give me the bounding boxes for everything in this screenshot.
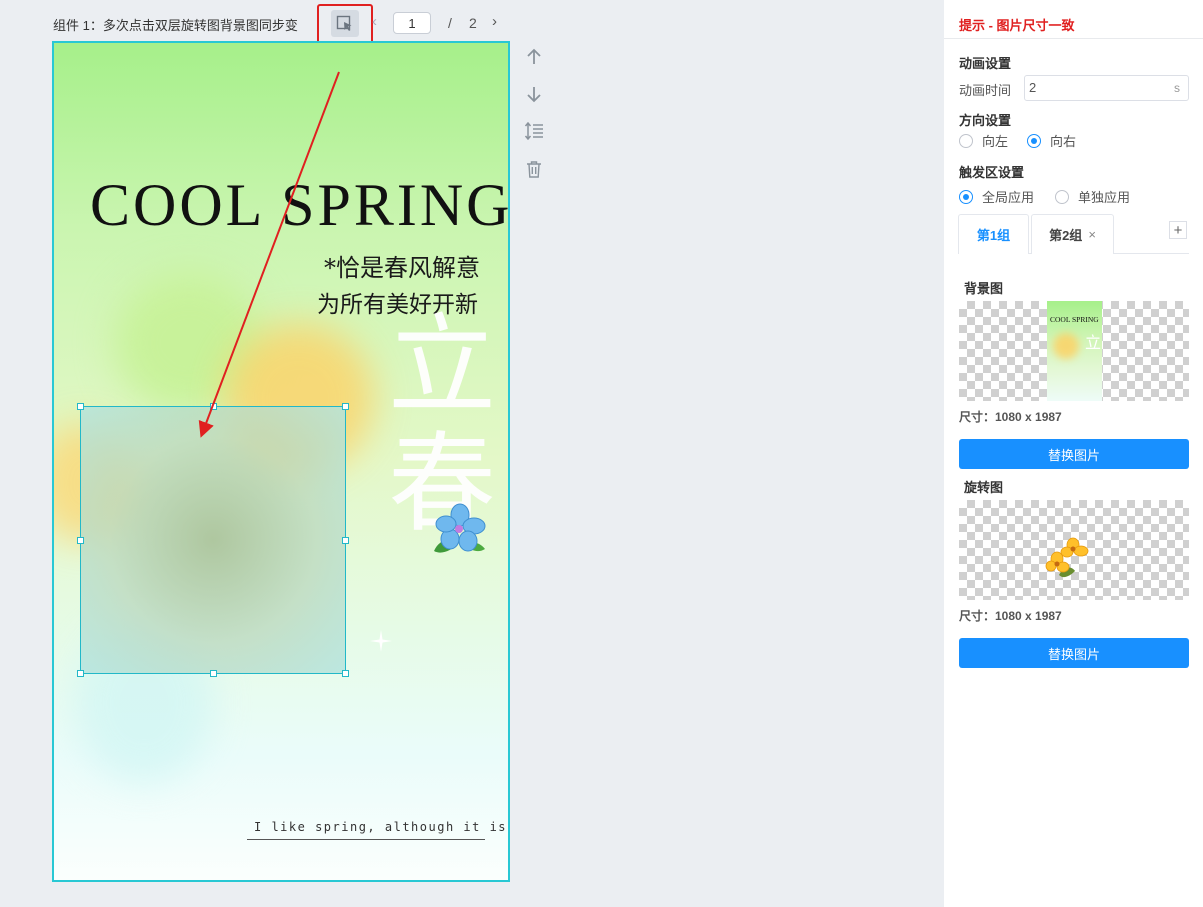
trigger-single-radio[interactable]: 单独应用 <box>1055 187 1130 206</box>
direction-right-radio[interactable]: 向右 <box>1027 131 1076 150</box>
trigger-global-label: 全局应用 <box>982 190 1035 205</box>
panel-divider <box>944 38 1203 39</box>
resize-handle-br[interactable] <box>342 670 349 677</box>
direction-section-title: 方向设置 <box>959 113 1012 128</box>
page-separator: / <box>448 15 452 31</box>
canvas-title[interactable]: COOL SPRING <box>90 171 508 240</box>
page-total: 2 <box>469 15 477 31</box>
rotate-image-label: 旋转图 <box>964 480 1004 495</box>
radio-unchecked-icon <box>959 133 973 148</box>
yellow-flower-icon <box>1045 537 1089 578</box>
direction-left-radio[interactable]: 向左 <box>959 131 1008 150</box>
chevron-left-icon[interactable]: ‹ <box>372 13 377 30</box>
thumbnail-char: 立 <box>1085 333 1102 352</box>
resize-handle-bm[interactable] <box>210 670 217 677</box>
replace-background-button[interactable]: 替换图片 <box>959 439 1189 469</box>
duration-input[interactable]: 2 s <box>1024 75 1189 101</box>
tab-group-1-label: 第1组 <box>976 228 1011 243</box>
direction-left-label: 向左 <box>982 134 1009 149</box>
resize-handle-bl[interactable] <box>77 670 84 677</box>
size-tip: 提示 - 图片尺寸一致 <box>959 18 1075 33</box>
close-icon[interactable]: × <box>1088 227 1096 242</box>
resize-handle-tl[interactable] <box>77 403 84 410</box>
radio-unchecked-icon <box>1055 189 1069 204</box>
background-image-preview[interactable]: COOL SPRING 立 <box>959 301 1189 401</box>
resize-handle-mr[interactable] <box>342 537 349 544</box>
rotate-image-preview[interactable] <box>959 500 1189 600</box>
resize-handle-ml[interactable] <box>77 537 84 544</box>
duration-value: 2 <box>1029 80 1037 95</box>
canvas-subtitle-line1[interactable]: *恰是春风解意 <box>324 248 480 283</box>
trigger-section-title: 触发区设置 <box>959 165 1025 180</box>
property-panel: 提示 - 图片尺寸一致 动画设置 动画时间 2 s 方向设置 向左 向右 触发区… <box>944 0 1203 907</box>
component-title: 组件 1：多次点击双层旋转图背景图同步变 <box>53 18 298 33</box>
canvas-footer-underline <box>247 839 485 840</box>
line-height-icon <box>524 122 543 140</box>
move-up-button[interactable] <box>523 46 545 68</box>
duration-label: 动画时间 <box>959 83 1012 98</box>
rotate-size-text: 尺寸：1080 x 1987 <box>959 609 1062 623</box>
chevron-right-icon[interactable]: › <box>492 13 497 30</box>
sparkle-icon <box>370 630 392 652</box>
background-thumbnail: COOL SPRING 立 <box>1047 301 1102 401</box>
design-canvas[interactable]: COOL SPRING *恰是春风解意 为所有美好开新 立 春 I like s… <box>52 41 510 882</box>
arrow-down-icon <box>527 87 541 103</box>
trigger-global-radio[interactable]: 全局应用 <box>959 187 1034 206</box>
arrow-up-icon <box>527 48 541 64</box>
line-height-button[interactable] <box>523 120 545 142</box>
animation-section-title: 动画设置 <box>959 56 1012 71</box>
canvas-footer-text[interactable]: I like spring, although it is hot # <box>254 820 508 834</box>
flower-icon[interactable] <box>429 501 491 559</box>
trigger-area-selection[interactable] <box>77 403 349 677</box>
background-size-text: 尺寸：1080 x 1987 <box>959 410 1062 424</box>
tab-group-2[interactable]: 第2组 × <box>1031 214 1114 254</box>
editor-toolbar: 组件 1：多次点击双层旋转图背景图同步变 ‹ 1 / 2 › <box>0 0 944 48</box>
duration-unit: s <box>1174 81 1180 95</box>
radio-checked-icon <box>1027 133 1041 148</box>
tab-group-2-label: 第2组 <box>1049 228 1083 243</box>
replace-rotate-button[interactable]: 替换图片 <box>959 638 1189 668</box>
tab-group-1[interactable]: 第1组 <box>958 214 1029 254</box>
trigger-single-label: 单独应用 <box>1078 190 1131 205</box>
trash-icon <box>527 161 541 178</box>
add-tab-button[interactable]: + <box>1169 221 1187 239</box>
move-down-button[interactable] <box>523 83 545 105</box>
thumbnail-title: COOL SPRING <box>1050 315 1099 324</box>
resize-handle-tm[interactable] <box>210 403 217 410</box>
canvas-big-char-1[interactable]: 立 <box>388 313 496 421</box>
resize-handle-tr[interactable] <box>342 403 349 410</box>
radio-checked-icon <box>959 189 973 204</box>
thumbnail-blob <box>1053 333 1079 359</box>
background-image-label: 背景图 <box>964 281 1004 296</box>
page-number-input[interactable]: 1 <box>393 12 431 34</box>
delete-button[interactable] <box>523 158 545 180</box>
direction-right-label: 向右 <box>1050 134 1077 149</box>
